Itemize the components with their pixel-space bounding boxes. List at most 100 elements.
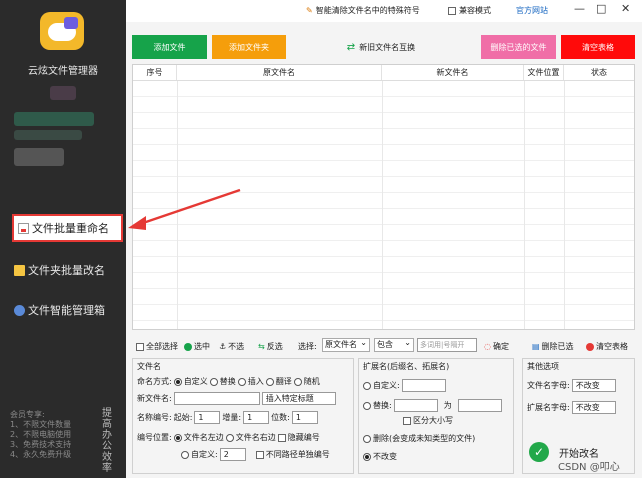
field-select[interactable]: 原文件名 — [322, 337, 370, 352]
radio-ext-unchanged[interactable] — [363, 452, 371, 461]
nav-batch-rename-files[interactable]: 文件批量重命名 — [12, 214, 123, 242]
radio-ext-delete[interactable] — [363, 434, 371, 443]
radio-insert[interactable] — [237, 377, 246, 386]
gamepad-icon — [14, 304, 25, 316]
swap-icon: ⇄ — [346, 41, 356, 53]
confirm-button[interactable]: ◌ 确定 — [484, 341, 509, 352]
ext-custom-input[interactable] — [401, 379, 446, 392]
clean-special-chars-tip[interactable]: ✎ 智能清除文件名中的特殊符号 — [306, 5, 420, 16]
ext-unchanged-row: 不改变 — [363, 451, 397, 462]
per-path-checkbox[interactable] — [255, 450, 264, 459]
other-options-panel: 其他选项 文件名字母: 不改变 扩展名字母: 不改变 ✓ 开始改名 — [522, 358, 635, 474]
app-name: 云炫文件管理器 — [28, 66, 98, 77]
promo-slogan: 提高办公效率 — [102, 408, 112, 474]
document-icon — [18, 222, 29, 234]
new-name-input[interactable] — [173, 392, 260, 405]
filename-panel: 文件名 命名方式: 自定义 替换 插入 翻译 随机 新文件名: 插入特定标题 名… — [132, 358, 354, 474]
custom-position-input[interactable]: 2 — [219, 448, 246, 461]
anchor-icon: ⚓ — [219, 342, 227, 351]
radio-replace[interactable] — [209, 377, 218, 386]
keyword-input[interactable]: 多词用|号隔开 — [417, 338, 477, 352]
radio-custom[interactable] — [173, 377, 182, 386]
filename-case-row: 文件名字母: 不改变 — [527, 379, 616, 392]
main-area: ✎ 智能清除文件名中的特殊符号 兼容模式 官方网站 — □ ✕ 添加文件 添加文… — [126, 0, 642, 478]
col-new-name[interactable]: 新文件名 — [382, 65, 524, 80]
table-header: 序号 原文件名 新文件名 文件位置 状态 — [133, 65, 634, 81]
digits-input[interactable]: 1 — [291, 411, 318, 424]
radio-ext-custom[interactable] — [363, 381, 371, 390]
ext-replace-row: 替换: 为 — [363, 399, 502, 412]
minimize-button[interactable]: — — [574, 2, 585, 15]
choose-label: 选择: — [298, 342, 317, 351]
ext-replace-to-input[interactable] — [457, 399, 502, 412]
extension-panel: 扩展名(后缀名、拓展名) 自定义: 替换: 为 区分大小写 删除(会变成未知类型… — [358, 358, 514, 474]
radio-ext-replace[interactable] — [363, 401, 371, 410]
delete-selected-files-button[interactable]: 删除已选的文件 — [481, 35, 556, 59]
naming-mode-row: 命名方式: 自定义 替换 插入 翻译 随机 — [137, 377, 320, 386]
table-body[interactable] — [133, 81, 634, 329]
new-name-row: 新文件名: 插入特定标题 — [137, 392, 336, 405]
blurred-info — [14, 112, 94, 126]
ext-case-select[interactable]: 不改变 — [571, 401, 616, 414]
app-logo — [40, 12, 84, 50]
close-button[interactable]: ✕ — [621, 2, 630, 15]
add-file-button[interactable]: 添加文件 — [132, 35, 207, 59]
member-promo: 会员专享: 1、不限文件数量 2、不限电脑使用 3、免费技术支持 4、永久免费升… — [10, 410, 72, 459]
radio-translate[interactable] — [265, 377, 274, 386]
check-icon — [184, 342, 192, 351]
delete-icon: ▤ — [532, 342, 540, 351]
radio-pos-left[interactable] — [173, 433, 182, 442]
ext-case-row: 扩展名字母: 不改变 — [527, 401, 616, 414]
radio-random[interactable] — [293, 377, 302, 386]
position-row: 编号位置: 文件名左边 文件名右边 隐藏编号 — [137, 433, 320, 442]
step-input[interactable]: 1 — [243, 411, 270, 424]
nav-label: 文件智能管理箱 — [28, 304, 105, 317]
radio-pos-right[interactable] — [225, 433, 234, 442]
numbering-row: 名称编号: 起始: 1 增量: 1 位数: 1 — [137, 411, 318, 424]
radio-pos-custom[interactable] — [181, 450, 189, 459]
col-index[interactable]: 序号 — [133, 65, 177, 80]
add-folder-button[interactable]: 添加文件夹 — [212, 35, 286, 59]
deselect-button[interactable]: ⚓ 不选 — [219, 341, 244, 352]
invert-icon: ⇆ — [258, 342, 265, 351]
blurred-info — [50, 86, 76, 100]
folder-icon — [14, 264, 25, 276]
case-sensitive-row: 区分大小写 — [403, 415, 453, 426]
blurred-avatar — [14, 148, 64, 166]
ext-custom-row: 自定义: — [363, 379, 446, 392]
checkmark-icon: ✓ — [529, 442, 549, 462]
sidebar: 云炫文件管理器 文件批量重命名 文件夹批量改名 文件智能管理箱 会员专享: 1、… — [0, 0, 126, 478]
compat-mode-checkbox[interactable]: 兼容模式 — [448, 5, 491, 16]
refresh-icon: ◌ — [484, 342, 491, 351]
select-button[interactable]: 选中 — [184, 341, 210, 352]
clear-table-small-button[interactable]: 清空表格 — [586, 341, 628, 352]
brush-icon: ✎ — [306, 6, 313, 15]
select-all-checkbox[interactable]: 全部选择 — [136, 341, 178, 352]
nav-smart-file-box[interactable]: 文件智能管理箱 — [14, 299, 124, 321]
start-input[interactable]: 1 — [194, 411, 221, 424]
invert-button[interactable]: ⇆ 反选 — [258, 341, 283, 352]
match-select[interactable]: 包含 — [374, 337, 414, 352]
file-table[interactable]: 序号 原文件名 新文件名 文件位置 状态 — [132, 64, 635, 330]
official-website-link[interactable]: 官方网站 — [516, 5, 548, 16]
nav-batch-rename-folders[interactable]: 文件夹批量改名 — [14, 259, 124, 281]
delete-selected-button[interactable]: ▤ 删除已选 — [532, 341, 574, 352]
ext-replace-from-input[interactable] — [393, 399, 438, 412]
clear-icon — [586, 342, 594, 351]
swap-names-button[interactable]: ⇄ 新旧文件名互换 — [341, 35, 421, 59]
top-bar: ✎ 智能清除文件名中的特殊符号 兼容模式 官方网站 — □ ✕ — [126, 0, 642, 22]
col-location[interactable]: 文件位置 — [524, 65, 564, 80]
case-sensitive-checkbox[interactable] — [403, 416, 411, 425]
clear-table-button[interactable]: 清空表格 — [561, 35, 635, 59]
checkbox[interactable] — [448, 6, 456, 15]
filename-case-select[interactable]: 不改变 — [571, 379, 616, 392]
nav-label: 文件夹批量改名 — [28, 264, 105, 277]
ext-delete-row: 删除(会变成未知类型的文件) — [363, 433, 475, 444]
col-original-name[interactable]: 原文件名 — [177, 65, 382, 80]
insert-title-select[interactable]: 插入特定标题 — [261, 392, 336, 405]
selection-toolbar: 全部选择 选中 ⚓不选 ⇆反选 选择: 原文件名 包含 多词用|号隔开 ◌确定 … — [132, 337, 635, 354]
col-status[interactable]: 状态 — [564, 65, 634, 80]
hide-number-checkbox[interactable] — [277, 433, 286, 442]
maximize-button[interactable]: □ — [596, 2, 606, 15]
nav-label: 文件批量重命名 — [32, 222, 109, 235]
